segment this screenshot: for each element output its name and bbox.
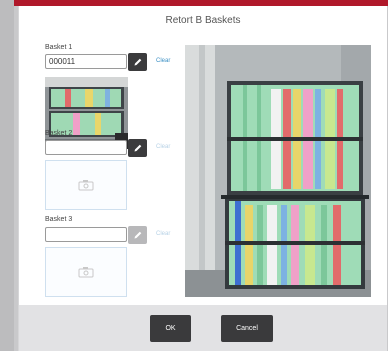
basket-3-label: Basket 3 bbox=[45, 216, 73, 223]
pencil-icon bbox=[134, 144, 141, 152]
camera-placeholder-icon bbox=[78, 267, 94, 278]
camera-placeholder-icon bbox=[78, 180, 94, 191]
basket-3-edit-button[interactable] bbox=[128, 226, 147, 244]
basket-photo-preview bbox=[185, 45, 371, 297]
basket-3-image-placeholder[interactable] bbox=[45, 247, 127, 297]
basket-1-label: Basket 1 bbox=[45, 44, 73, 51]
background-strip bbox=[0, 0, 14, 351]
basket-rack-photo bbox=[185, 45, 371, 297]
basket-2-label: Basket 2 bbox=[45, 130, 73, 137]
pencil-icon bbox=[134, 231, 141, 239]
basket-1-edit-button[interactable] bbox=[128, 53, 147, 71]
dialog-title: Retort B Baskets bbox=[165, 15, 241, 26]
dialog-footer: OK Cancel bbox=[19, 305, 387, 351]
basket-1-thumbnail[interactable] bbox=[45, 77, 128, 149]
cancel-button[interactable]: Cancel bbox=[221, 315, 273, 342]
basket-2-input[interactable] bbox=[45, 140, 127, 155]
ok-button[interactable]: OK bbox=[150, 315, 191, 342]
basket-1-clear-link[interactable]: Clear bbox=[156, 58, 170, 64]
basket-2-image-placeholder[interactable] bbox=[45, 160, 127, 210]
basket-2-clear-link[interactable]: Clear bbox=[156, 144, 170, 150]
basket-1-input[interactable]: 000011 bbox=[45, 54, 127, 69]
basket-photo bbox=[45, 77, 128, 149]
basket-3-clear-link[interactable]: Clear bbox=[156, 231, 170, 237]
pencil-icon bbox=[134, 58, 141, 66]
retort-baskets-dialog: Retort B Baskets Basket 1 000011 Clear B… bbox=[18, 6, 387, 351]
basket-2-edit-button[interactable] bbox=[128, 139, 147, 157]
basket-3-input[interactable] bbox=[45, 227, 127, 242]
